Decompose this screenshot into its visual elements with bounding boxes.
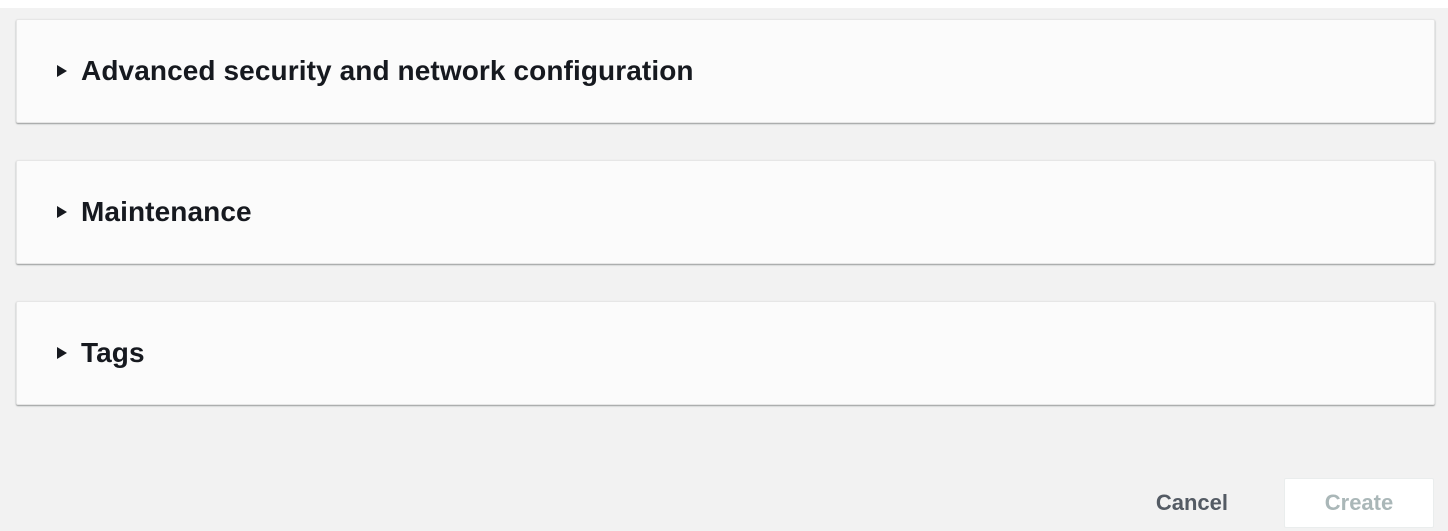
section-maintenance[interactable]: Maintenance [16,160,1435,264]
page: Advanced security and network configurat… [0,0,1448,531]
form-actions: Cancel Create [1156,478,1434,528]
section-title[interactable]: Tags [81,337,145,369]
section-header[interactable]: Tags [57,302,145,404]
caret-right-icon[interactable] [57,206,67,218]
section-header[interactable]: Maintenance [57,161,252,263]
caret-right-icon[interactable] [57,65,67,77]
cancel-button[interactable]: Cancel [1156,490,1228,516]
caret-right-icon[interactable] [57,347,67,359]
create-button[interactable]: Create [1284,478,1434,528]
section-title[interactable]: Maintenance [81,196,252,228]
section-advanced-security[interactable]: Advanced security and network configurat… [16,19,1435,123]
section-title[interactable]: Advanced security and network configurat… [81,55,694,87]
section-header[interactable]: Advanced security and network configurat… [57,20,694,122]
section-tags[interactable]: Tags [16,301,1435,405]
